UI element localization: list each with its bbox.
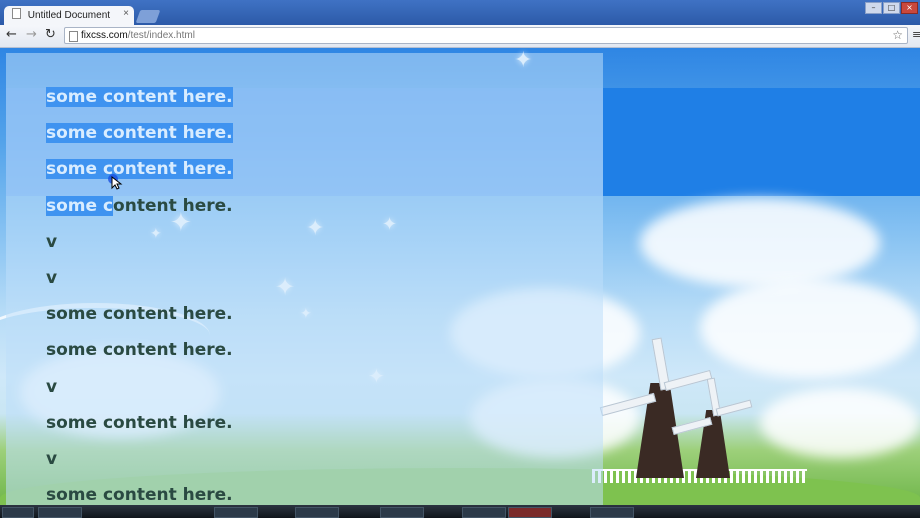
content-line[interactable]: v [46,229,233,265]
cloud [700,278,920,378]
url-path: /test/index.html [127,30,195,41]
browser-tab[interactable]: Untitled Document × [4,6,134,25]
cloud [640,198,880,288]
taskbar-item[interactable] [508,507,552,518]
taskbar-item[interactable] [214,507,258,518]
content-line: some content here. [46,120,233,156]
content-line[interactable]: v [46,265,233,301]
taskbar-item[interactable] [295,507,339,518]
browser-titlebar: Untitled Document × – □ × [0,0,920,25]
minimize-button[interactable]: – [865,2,882,14]
page-icon [69,31,78,42]
window-controls: – □ × [865,2,918,14]
maximize-button[interactable]: □ [883,2,900,14]
taskbar-item[interactable] [590,507,634,518]
url-host: fixcss.com [81,30,128,41]
content-line[interactable]: some content here. [46,410,233,446]
new-tab-button[interactable] [135,10,161,23]
content-line[interactable]: some content here. [46,337,233,373]
content-list: some content here. some content here. so… [46,84,233,505]
browser-toolbar: ← → ↻ fixcss.com/test/index.html ☆ ≡ [0,25,920,48]
selected-text[interactable]: some c [46,195,114,216]
content-line: some content here. [46,156,233,192]
selected-text[interactable]: some content here. [46,123,233,144]
forward-button[interactable]: → [26,27,37,42]
content-line[interactable]: v [46,446,233,482]
content-line: some content here. [46,84,233,120]
tab-title: Untitled Document [27,10,111,21]
taskbar-item[interactable] [380,507,424,518]
tab-close-button[interactable]: × [123,8,129,19]
content-line: some content here. [46,193,233,229]
menu-icon[interactable]: ≡ [912,28,920,41]
close-window-button[interactable]: × [901,2,918,14]
page-viewport: ✦ ✦ ✦ ✦ ✦ ✦ ✦ ✦ some content here. some … [0,48,920,505]
content-line[interactable]: v [46,374,233,410]
taskbar-start-button[interactable] [2,507,34,518]
background-sky-block [603,88,920,196]
document-icon [12,8,21,19]
bookmark-star-icon[interactable]: ☆ [892,28,903,43]
content-line[interactable]: some content here. [46,301,233,337]
mouse-cursor-icon [108,174,123,190]
windmill [671,377,753,478]
reload-button[interactable]: ↻ [45,27,56,42]
selected-text[interactable]: some content here. [46,87,233,107]
taskbar-item[interactable] [462,507,506,518]
os-taskbar [0,505,920,518]
content-line[interactable]: some content here. [46,482,233,505]
back-button[interactable]: ← [6,27,17,42]
taskbar-item[interactable] [38,507,82,518]
address-bar[interactable]: fixcss.com/test/index.html ☆ [64,27,908,44]
unselected-text[interactable]: ontent here. [113,196,233,216]
selected-text[interactable]: some content here. [46,159,233,180]
cloud [760,388,920,458]
